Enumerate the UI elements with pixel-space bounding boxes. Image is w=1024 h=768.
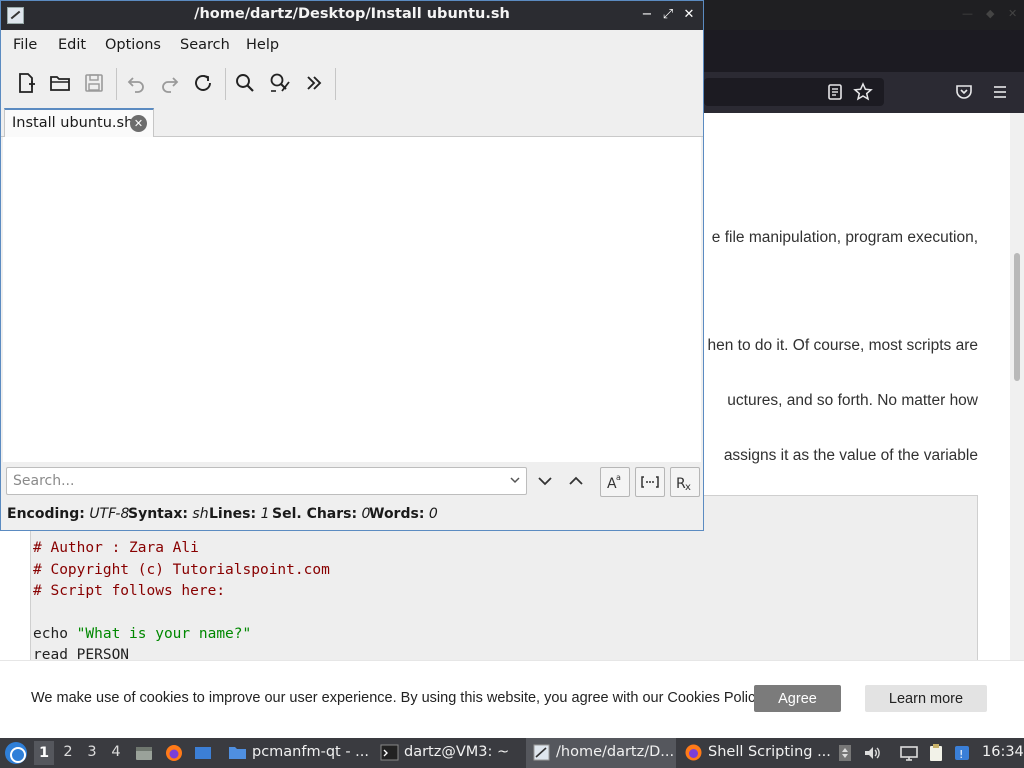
task-label: dartz@VM3: ~ (404, 744, 510, 760)
menu-edit[interactable]: Edit (58, 37, 86, 53)
cookie-message: We make use of cookies to improve our us… (31, 690, 766, 706)
search-input[interactable] (7, 468, 502, 494)
code-line: # Author : Zara Ali (33, 540, 199, 556)
close-icon[interactable]: ✕ (681, 6, 697, 24)
workspace-3[interactable]: 3 (82, 744, 102, 760)
search-input-box (6, 467, 527, 495)
task-label: Shell Scripting ... (708, 744, 831, 760)
code-command: echo (33, 626, 77, 642)
text-editing-area[interactable] (3, 137, 701, 462)
menu-help[interactable]: Help (246, 37, 279, 53)
svg-text:x: x (685, 482, 691, 493)
firefox-icon (684, 743, 703, 762)
menu-search[interactable]: Search (180, 37, 230, 53)
text-editor-icon (532, 743, 551, 762)
pocket-icon[interactable] (954, 82, 974, 102)
find-replace-icon[interactable] (268, 71, 292, 95)
find-next-icon[interactable] (533, 468, 557, 494)
menu-file[interactable]: File (13, 37, 37, 53)
task-text-editor[interactable]: /home/dartz/D... (526, 738, 676, 768)
toolbar-separator (116, 68, 117, 100)
task-terminal[interactable]: dartz@VM3: ~ (374, 738, 524, 768)
browser-minimize-icon[interactable]: — (962, 7, 973, 20)
match-case-icon[interactable]: Aa (600, 467, 630, 497)
clock: 16:34 (982, 744, 1024, 760)
svg-text:!: ! (959, 748, 963, 761)
chevron-down-icon[interactable] (508, 473, 522, 487)
maximize-icon[interactable]: ⤢ (660, 6, 676, 24)
save-icon[interactable] (82, 71, 106, 95)
workspace-4[interactable]: 4 (106, 744, 126, 760)
browser-maximize-icon[interactable]: ◆ (986, 7, 994, 20)
open-folder-icon[interactable] (48, 71, 72, 95)
status-syntax: Syntax: sh (128, 506, 209, 522)
clipboard-icon[interactable] (926, 743, 946, 763)
status-lines: Lines: 1 (209, 506, 270, 522)
reader-view-icon[interactable] (825, 82, 845, 102)
scroll-arrows-icon[interactable] (835, 743, 855, 763)
minimize-icon[interactable]: − (639, 6, 655, 24)
toolbar (1, 60, 703, 106)
terminal-icon (380, 743, 399, 762)
toolbar-separator (335, 68, 336, 100)
status-bar: Encoding: UTF-8 Syntax: sh Lines: 1 Sel.… (1, 502, 703, 530)
new-file-icon[interactable] (14, 71, 38, 95)
firefox-icon[interactable] (164, 743, 184, 763)
start-menu-icon[interactable] (5, 742, 27, 764)
code-line: # Script follows here: (33, 583, 226, 599)
code-string: "What is your name?" (76, 626, 252, 642)
tab-label: Install ubuntu.sh (12, 115, 134, 131)
code-line: # Copyright (c) Tutorialspoint.com (33, 562, 330, 578)
volume-icon[interactable] (862, 743, 882, 763)
folder-icon (228, 743, 247, 762)
whole-word-icon[interactable] (635, 467, 665, 497)
bookmark-star-icon[interactable] (853, 82, 873, 102)
editor-tabbar: Install ubuntu.sh ✕ (1, 106, 703, 138)
search-bar: Aa Rx (1, 462, 703, 502)
tab-close-icon[interactable]: ✕ (130, 115, 147, 132)
reload-icon[interactable] (191, 71, 215, 95)
regex-icon[interactable]: Rx (670, 467, 700, 497)
code-line: read PERSON (33, 647, 130, 660)
workspace-1[interactable]: 1 (34, 741, 54, 765)
task-firefox[interactable]: Shell Scripting ... (678, 738, 831, 768)
status-encoding: Encoding: UTF-8 (7, 506, 130, 522)
learn-more-button[interactable]: Learn more (865, 685, 987, 712)
network-icon[interactable] (899, 743, 919, 763)
text-editor-window: /home/dartz/Desktop/Install ubuntu.sh − … (0, 0, 704, 531)
window-title: /home/dartz/Desktop/Install ubuntu.sh (194, 6, 510, 22)
status-sel-chars: Sel. Chars: 0 (272, 506, 371, 522)
svg-text:a: a (616, 473, 621, 482)
menubar: File Edit Options Search Help (1, 30, 703, 60)
task-pcmanfm[interactable]: pcmanfm-qt - ... (222, 738, 370, 768)
more-tools-icon[interactable] (302, 71, 326, 95)
find-previous-icon[interactable] (564, 468, 588, 494)
status-words: Words: 0 (369, 506, 438, 522)
menu-options[interactable]: Options (105, 37, 161, 53)
task-label: /home/dartz/D... (556, 744, 675, 760)
taskbar: 1 2 3 4 pcmanfm-qt - ... dartz@VM3: ~ /h… (0, 738, 1024, 768)
tab-install-ubuntu[interactable]: Install ubuntu.sh ✕ (4, 108, 154, 138)
show-desktop-icon[interactable] (193, 743, 213, 763)
code-line: echo "What is your name?" (33, 626, 251, 642)
cookie-banner: We make use of cookies to improve our us… (0, 660, 1024, 738)
task-label: pcmanfm-qt - ... (252, 744, 370, 760)
browser-scrollbar[interactable] (1010, 113, 1024, 660)
toolbar-separator (225, 68, 226, 100)
undo-icon[interactable] (124, 71, 148, 95)
update-notifier-icon[interactable]: ! (952, 743, 972, 763)
workspace-2[interactable]: 2 (58, 744, 78, 760)
redo-icon[interactable] (158, 71, 182, 95)
find-icon[interactable] (233, 71, 257, 95)
browser-close-icon[interactable]: ✕ (1008, 7, 1017, 20)
agree-button[interactable]: Agree (754, 685, 841, 712)
hamburger-menu-icon[interactable] (990, 82, 1010, 102)
file-manager-icon[interactable] (134, 743, 154, 763)
editor-titlebar[interactable]: /home/dartz/Desktop/Install ubuntu.sh − … (1, 1, 703, 30)
scrollbar-thumb[interactable] (1014, 253, 1020, 381)
